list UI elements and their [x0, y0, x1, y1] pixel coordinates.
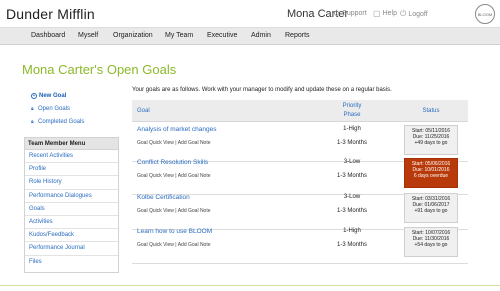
separator: |	[175, 208, 177, 214]
header-priority[interactable]: Priority	[332, 103, 372, 109]
lock-icon: 🔒︎	[31, 106, 34, 112]
nav-organization[interactable]: Organization	[113, 32, 153, 39]
support-link[interactable]: ⚙ Support	[333, 9, 367, 18]
footer-divider	[0, 285, 500, 286]
lock-icon: 🔒︎	[31, 119, 34, 125]
menu-heading: Team Member Menu	[25, 138, 118, 150]
goal-actions: Goal Quick View | Add Goal Note	[137, 140, 211, 146]
nav-myself[interactable]: Myself	[78, 32, 98, 39]
top-bar: Dunder Mifflin Mona Carter ⚙ Support ▢ H…	[0, 0, 500, 28]
status-note: +91 days to go	[414, 208, 448, 215]
status-badge-overdue: Start: 05/06/2016 Due: 10/01/2016 6 days…	[404, 158, 458, 188]
gear-icon: ⚙	[333, 9, 341, 18]
open-goals-link[interactable]: 🔒︎ Open Goals	[31, 106, 70, 112]
status-note: +54 days to go	[414, 242, 448, 249]
page-title: Mona Carter's Open Goals	[22, 62, 177, 77]
table-row: Conflict Resolution Skills Goal Quick Vi…	[132, 155, 468, 195]
menu-item-activities[interactable]: Activities	[25, 216, 118, 230]
table-header: Goal Priority Phase Status	[132, 100, 468, 122]
header-status[interactable]: Status	[404, 108, 458, 114]
add-goal-note-link[interactable]: Add Goal Note	[178, 173, 211, 179]
status-badge: Start: 03/31/2016 Due: 01/06/2017 +91 da…	[404, 193, 458, 223]
menu-item-goals[interactable]: Goals	[25, 203, 118, 216]
header-goal[interactable]: Goal	[137, 108, 150, 114]
completed-goals-link[interactable]: 🔒︎ Completed Goals	[31, 119, 84, 125]
goal-quick-view-link[interactable]: Goal Quick View	[137, 140, 174, 146]
goal-phase: 1-3 Months	[336, 140, 367, 146]
nav-dashboard[interactable]: Dashboard	[31, 32, 65, 39]
add-goal-note-link[interactable]: Add Goal Note	[178, 242, 211, 248]
menu-item-profile[interactable]: Profile	[25, 163, 118, 177]
goal-priority: 3-Low	[343, 159, 361, 165]
goal-quick-view-link[interactable]: Goal Quick View	[137, 242, 174, 248]
separator: |	[175, 242, 177, 248]
new-goal-link[interactable]: + New Goal	[31, 93, 66, 99]
intro-text: Your goals are as follows. Work with you…	[132, 87, 392, 93]
goal-actions: Goal Quick View | Add Goal Note	[137, 242, 211, 248]
bloom-logo[interactable]: BLOOM	[475, 4, 495, 24]
menu-item-role-history[interactable]: Role History	[25, 176, 118, 190]
goal-actions: Goal Quick View | Add Goal Note	[137, 208, 211, 214]
add-goal-note-link[interactable]: Add Goal Note	[178, 208, 211, 214]
goal-title-link[interactable]: Analysis of market changes	[137, 126, 216, 133]
goal-title-link[interactable]: Conflict Resolution Skills	[137, 159, 208, 166]
menu-item-performance-journal[interactable]: Performance Journal	[25, 242, 118, 256]
brand-name: Dunder Mifflin	[6, 6, 95, 22]
header-phase[interactable]: Phase	[332, 112, 372, 118]
goal-quick-view-link[interactable]: Goal Quick View	[137, 173, 174, 179]
menu-item-files[interactable]: Files	[25, 256, 118, 269]
team-member-menu: Team Member Menu Recent Activities Profi…	[24, 137, 119, 273]
nav-reports[interactable]: Reports	[285, 32, 310, 39]
status-badge: Start: 05/11/2016 Due: 11/25/2016 +49 da…	[404, 125, 458, 155]
goal-title-link[interactable]: Learn how to use BLOOM	[137, 228, 212, 235]
menu-item-performance-dialogues[interactable]: Performance Dialogues	[25, 190, 118, 203]
menu-item-kudos-feedback[interactable]: Kudos/Feedback	[25, 229, 118, 243]
plus-icon: +	[31, 93, 37, 99]
goal-actions: Goal Quick View | Add Goal Note	[137, 173, 211, 179]
status-badge: Start: 10/07/2016 Due: 11/30/2016 +54 da…	[404, 227, 458, 257]
separator: |	[175, 173, 177, 179]
goal-phase: 1-3 Months	[336, 242, 367, 248]
logoff-link[interactable]: ⏻ Logoff	[400, 9, 428, 19]
goal-priority: 1-High	[343, 228, 361, 234]
add-goal-note-link[interactable]: Add Goal Note	[178, 140, 211, 146]
goal-priority: 3-Low	[343, 194, 361, 200]
nav-admin[interactable]: Admin	[251, 32, 271, 39]
status-note: 6 days overdue	[413, 173, 449, 180]
nav-my-team[interactable]: My Team	[165, 32, 193, 39]
menu-item-recent-activities[interactable]: Recent Activities	[25, 150, 118, 164]
main-nav: Dashboard Myself Organization My Team Ex…	[0, 28, 500, 45]
goal-phase: 1-3 Months	[336, 208, 367, 214]
goal-title-link[interactable]: Kolbe Certification	[137, 194, 190, 201]
power-icon: ⏻	[400, 9, 407, 18]
nav-executive[interactable]: Executive	[207, 32, 237, 39]
help-link[interactable]: ▢ Help	[373, 9, 397, 18]
separator: |	[175, 140, 177, 146]
help-icon: ▢	[373, 9, 381, 18]
status-note: +49 days to go	[414, 140, 448, 147]
goal-quick-view-link[interactable]: Goal Quick View	[137, 208, 174, 214]
goal-priority: 1-High	[343, 126, 361, 132]
goal-phase: 1-3 Months	[336, 173, 367, 179]
table-row: Learn how to use BLOOM Goal Quick View |…	[132, 224, 468, 264]
